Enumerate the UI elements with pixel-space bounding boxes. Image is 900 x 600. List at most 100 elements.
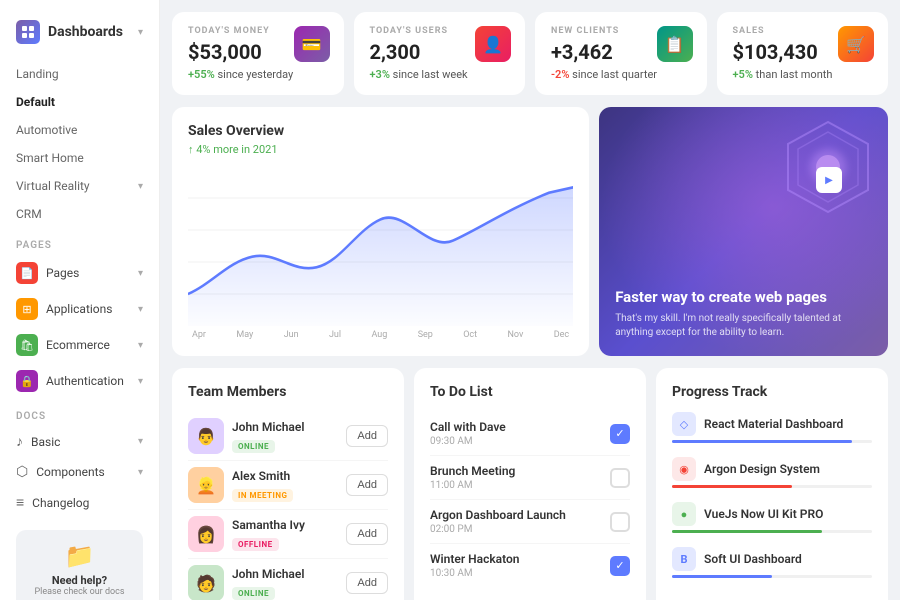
docs-section-label: DOCS xyxy=(0,399,159,426)
chevron-right-icon: ▾ xyxy=(138,436,143,447)
sidebar-item-crm[interactable]: CRM xyxy=(0,200,159,228)
pages-section-label: PAGES xyxy=(0,228,159,255)
progress-bar-bg xyxy=(672,440,872,443)
todo-info: Call with Dave 09:30 AM xyxy=(430,420,602,447)
todo-time: 11:00 AM xyxy=(430,480,602,491)
sidebar: Dashboards ▾ Landing Default Automotive … xyxy=(0,0,160,600)
sidebar-item-changelog[interactable]: ≡ Changelog xyxy=(0,487,159,518)
stat-card-money: TODAY'S MONEY $53,000 +55% since yesterd… xyxy=(172,12,344,95)
todo-checkbox[interactable] xyxy=(610,468,630,488)
team-member: 🧑 John Michael ONLINE Add xyxy=(188,559,388,600)
sidebar-item-authentication[interactable]: 🔒 Authentication ▾ xyxy=(0,363,159,399)
todo-item: Call with Dave 09:30 AM ✓ xyxy=(430,412,630,456)
progress-bar-fill xyxy=(672,485,792,488)
chevron-right-icon: ▾ xyxy=(138,268,143,279)
month-label: Oct xyxy=(463,330,477,340)
member-name: John Michael xyxy=(232,567,338,581)
member-status: IN MEETING xyxy=(232,489,293,502)
stat-change: +5% than last month xyxy=(733,68,873,81)
progress-header: B Soft UI Dashboard xyxy=(672,547,872,571)
sidebar-item-components[interactable]: ⬡ Components ▾ xyxy=(0,457,159,487)
stat-change: +55% since yesterday xyxy=(188,68,328,81)
banner-title: Faster way to create web pages xyxy=(615,288,872,306)
chevron-down-icon: ▾ xyxy=(138,27,143,38)
applications-icon: ⊞ xyxy=(16,298,38,320)
dashboard-icon xyxy=(16,20,40,44)
sidebar-item-label: Authentication xyxy=(46,374,124,388)
sales-chart-card: Sales Overview ↑ 4% more in 2021 xyxy=(172,107,589,356)
add-member-button[interactable]: Add xyxy=(346,474,388,496)
progress-bar-fill xyxy=(672,530,822,533)
member-status: OFFLINE xyxy=(232,538,279,551)
member-info: Alex Smith IN MEETING xyxy=(232,469,338,502)
progress-bar-bg xyxy=(672,485,872,488)
progress-bar-bg xyxy=(672,530,872,533)
sidebar-item-smarthome[interactable]: Smart Home xyxy=(0,144,159,172)
progress-name: React Material Dashboard xyxy=(704,417,872,431)
progress-header: ● VueJs Now UI Kit PRO xyxy=(672,502,872,526)
sidebar-brand[interactable]: Dashboards ▾ xyxy=(0,12,159,60)
basic-icon: ♪ xyxy=(16,433,23,450)
add-member-button[interactable]: Add xyxy=(346,425,388,447)
sidebar-item-vr[interactable]: Virtual Reality▾ xyxy=(0,172,159,200)
member-name: John Michael xyxy=(232,420,338,434)
add-member-button[interactable]: Add xyxy=(346,572,388,594)
todo-item: Winter Hackaton 10:30 AM ✓ xyxy=(430,544,630,587)
month-label: Dec xyxy=(554,330,569,340)
pages-icon: 📄 xyxy=(16,262,38,284)
sidebar-item-ecommerce[interactable]: 🛍 Ecommerce ▾ xyxy=(0,327,159,363)
sidebar-item-applications[interactable]: ⊞ Applications ▾ xyxy=(0,291,159,327)
todo-time: 02:00 PM xyxy=(430,524,602,535)
chart-area xyxy=(188,166,573,326)
middle-row: Sales Overview ↑ 4% more in 2021 xyxy=(172,107,888,356)
progress-card: Progress Track ◇ React Material Dashboar… xyxy=(656,368,888,600)
month-label: Aug xyxy=(371,330,387,340)
sidebar-item-label: Landing xyxy=(16,67,59,81)
progress-name: Argon Design System xyxy=(704,462,872,476)
sidebar-item-pages[interactable]: 📄 Pages ▾ xyxy=(0,255,159,291)
member-info: John Michael ONLINE xyxy=(232,420,338,453)
stats-row: TODAY'S MONEY $53,000 +55% since yesterd… xyxy=(172,12,888,95)
help-desc: Please check our docs xyxy=(28,587,131,597)
todo-checkbox[interactable]: ✓ xyxy=(610,556,630,576)
member-status: ONLINE xyxy=(232,440,275,453)
progress-icon: ● xyxy=(672,502,696,526)
stat-card-users: TODAY'S USERS 2,300 +3% since last week … xyxy=(354,12,526,95)
sidebar-item-automotive[interactable]: Automotive xyxy=(0,116,159,144)
sidebar-item-label: Smart Home xyxy=(16,151,84,165)
todo-time: 10:30 AM xyxy=(430,568,602,579)
sidebar-item-label: Components xyxy=(36,465,105,479)
help-box: 📁 Need help? Please check our docs توانش xyxy=(0,518,159,600)
chevron-right-icon: ▾ xyxy=(138,304,143,315)
sidebar-item-label: Applications xyxy=(46,302,112,316)
todo-checkbox[interactable]: ✓ xyxy=(610,424,630,444)
todo-checkbox[interactable] xyxy=(610,512,630,532)
sidebar-item-label: CRM xyxy=(16,207,42,221)
sidebar-item-label: Pages xyxy=(46,266,79,280)
play-button[interactable]: ▶ xyxy=(816,167,842,193)
sidebar-item-label: Default xyxy=(16,95,55,109)
team-members-card: Team Members 👨 John Michael ONLINE Add 👱… xyxy=(172,368,404,600)
todo-info: Brunch Meeting 11:00 AM xyxy=(430,464,602,491)
progress-icon: ◉ xyxy=(672,457,696,481)
sidebar-item-landing[interactable]: Landing xyxy=(0,60,159,88)
banner-text: Faster way to create web pages That's my… xyxy=(615,288,872,340)
sidebar-item-label: Automotive xyxy=(16,123,77,137)
sidebar-item-basic[interactable]: ♪ Basic ▾ xyxy=(0,426,159,457)
sidebar-item-label: Virtual Reality xyxy=(16,179,90,193)
clients-icon: 📋 xyxy=(657,26,693,62)
sidebar-item-default[interactable]: Default xyxy=(0,88,159,116)
banner-card: ▶ Faster way to create web pages That's … xyxy=(599,107,888,356)
month-label: Sep xyxy=(418,330,433,340)
progress-header: ◉ Argon Design System xyxy=(672,457,872,481)
stat-change: +3% since last week xyxy=(370,68,510,81)
users-icon: 👤 xyxy=(475,26,511,62)
auth-icon: 🔒 xyxy=(16,370,38,392)
add-member-button[interactable]: Add xyxy=(346,523,388,545)
stat-card-sales: SALES $103,430 +5% than last month 🛒 xyxy=(717,12,889,95)
help-icon: 📁 xyxy=(28,542,131,570)
chart-months: Apr May Jun Jul Aug Sep Oct Nov Dec xyxy=(188,330,573,340)
team-member: 👱 Alex Smith IN MEETING Add xyxy=(188,461,388,510)
sidebar-item-label: Basic xyxy=(31,435,60,449)
progress-icon: ◇ xyxy=(672,412,696,436)
